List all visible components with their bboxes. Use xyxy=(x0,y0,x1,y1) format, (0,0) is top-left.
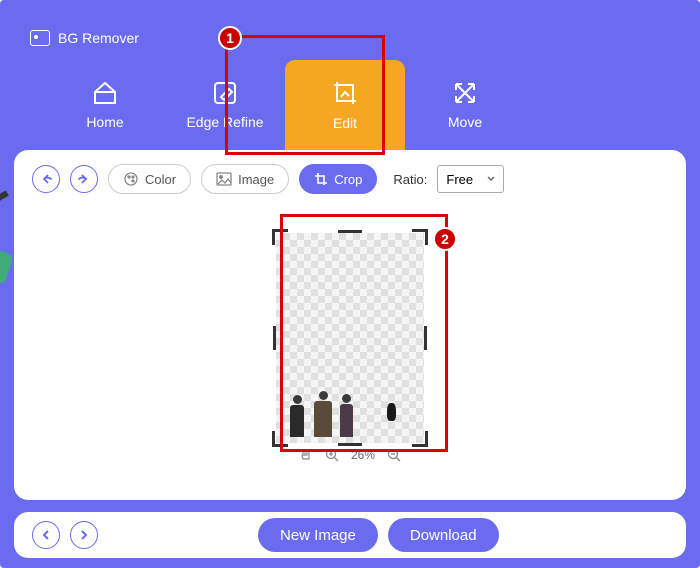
next-button[interactable] xyxy=(70,521,98,549)
image-label: Image xyxy=(238,172,274,187)
zoom-value: 26% xyxy=(351,448,375,462)
app-logo: BG Remover xyxy=(30,30,139,46)
main-nav: Home Edge Refine Edit Move xyxy=(0,60,525,150)
footer-bar: New Image Download xyxy=(14,512,686,558)
crop-handle-bl[interactable] xyxy=(272,431,288,447)
nav-edit[interactable]: Edit xyxy=(285,60,405,150)
logo-icon xyxy=(30,30,50,46)
edit-icon xyxy=(331,79,359,107)
redo-button[interactable] xyxy=(70,165,98,193)
crop-handle-right[interactable] xyxy=(424,326,427,350)
crop-handle-br[interactable] xyxy=(412,431,428,447)
ratio-select[interactable]: Free xyxy=(437,165,504,193)
person-figure xyxy=(340,394,353,437)
crop-handle-top[interactable] xyxy=(338,230,362,233)
crop-label: Crop xyxy=(334,172,362,187)
nav-edge-refine[interactable]: Edge Refine xyxy=(165,60,285,150)
nav-move-label: Move xyxy=(448,114,482,130)
chevron-down-icon xyxy=(487,176,495,182)
zoom-controls: 26% xyxy=(299,448,401,462)
crop-handle-tr[interactable] xyxy=(412,229,428,245)
nav-home[interactable]: Home xyxy=(45,60,165,150)
person-figure xyxy=(387,403,396,421)
color-button[interactable]: Color xyxy=(108,164,191,194)
person-figure xyxy=(314,391,332,437)
header: BG Remover Home Edge Refine Edit xyxy=(0,0,700,150)
zoom-out-button[interactable] xyxy=(387,448,401,462)
crop-handle-bottom[interactable] xyxy=(338,443,362,446)
hand-tool-icon[interactable] xyxy=(299,448,313,462)
image-subject xyxy=(290,367,410,437)
crop-frame[interactable] xyxy=(276,233,424,443)
nav-edge-refine-label: Edge Refine xyxy=(186,114,263,130)
edge-refine-icon xyxy=(212,80,238,106)
download-button[interactable]: Download xyxy=(388,518,499,552)
nav-edit-label: Edit xyxy=(333,115,357,131)
ratio-label: Ratio: xyxy=(393,172,427,187)
app-window: BG Remover Home Edge Refine Edit xyxy=(0,0,700,568)
move-icon xyxy=(452,80,478,106)
new-image-button[interactable]: New Image xyxy=(258,518,378,552)
background-decoration xyxy=(0,190,12,300)
nav-move[interactable]: Move xyxy=(405,60,525,150)
color-label: Color xyxy=(145,172,176,187)
canvas-area[interactable]: 26% xyxy=(14,208,686,468)
edit-toolbar: Color Image Crop Ratio: Free xyxy=(14,150,686,208)
image-button[interactable]: Image xyxy=(201,164,289,194)
undo-button[interactable] xyxy=(32,165,60,193)
nav-home-label: Home xyxy=(86,114,123,130)
zoom-in-button[interactable] xyxy=(325,448,339,462)
crop-handle-left[interactable] xyxy=(273,326,276,350)
person-figure xyxy=(290,395,304,437)
content-panel: Color Image Crop Ratio: Free xyxy=(14,150,686,500)
home-icon xyxy=(91,80,119,106)
prev-button[interactable] xyxy=(32,521,60,549)
crop-handle-tl[interactable] xyxy=(272,229,288,245)
ratio-value: Free xyxy=(446,172,473,187)
app-title: BG Remover xyxy=(58,30,139,46)
crop-button[interactable]: Crop xyxy=(299,164,377,194)
